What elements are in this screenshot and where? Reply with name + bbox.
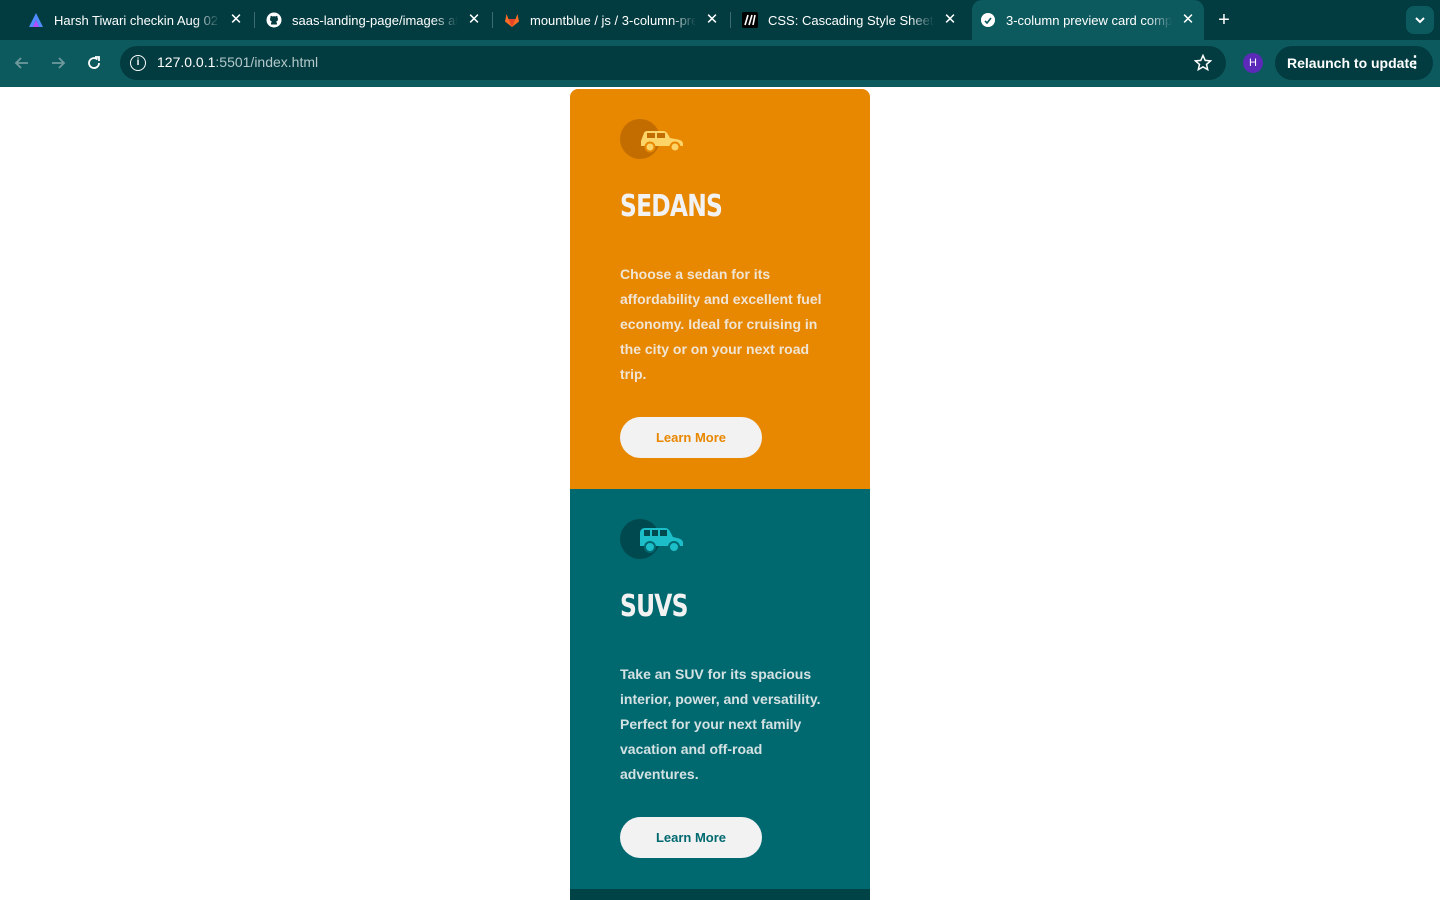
card-luxury [570, 889, 870, 900]
tab-search-button[interactable] [1406, 6, 1434, 34]
url-host: 127.0.0.1 [157, 54, 216, 70]
chevron-down-icon [1415, 17, 1425, 24]
mdn-icon [742, 12, 758, 28]
back-button[interactable] [10, 51, 34, 75]
tab-mdn[interactable]: CSS: Cascading Style Sheets | MDN ✕ [742, 0, 958, 40]
tab-title: Harsh Tiwari checkin Aug 02, 2024 [54, 12, 220, 28]
address-bar[interactable]: i 127.0.0.1:5501/index.html [120, 46, 1226, 80]
tab-title: saas-landing-page/images at main [292, 12, 458, 28]
site-info-icon[interactable]: i [130, 55, 146, 71]
card-sedans: SEDANS Choose a sedan for its affordabil… [570, 89, 870, 489]
tab-preview-card[interactable]: 3-column preview card component ✕ [972, 0, 1204, 40]
reload-button[interactable] [82, 51, 106, 75]
gitlab-icon [504, 12, 520, 28]
arrow-right-icon [52, 57, 66, 69]
card-title: SUVS [620, 589, 688, 624]
tab-strip: Harsh Tiwari checkin Aug 02, 2024 ✕ saas… [0, 0, 1440, 40]
bookmark-star-icon[interactable] [1193, 51, 1213, 78]
learn-more-button[interactable]: Learn More [620, 817, 762, 858]
suv-car-icon [620, 519, 683, 559]
tab-separator [492, 12, 493, 28]
tab-gitlab[interactable]: mountblue / js / 3-column-preview ✕ [504, 0, 720, 40]
tab-title: mountblue / js / 3-column-preview [530, 12, 696, 28]
browser-toolbar: i 127.0.0.1:5501/index.html H Relaunch t… [0, 40, 1440, 87]
url-text: 127.0.0.1:5501/index.html [157, 54, 318, 70]
reload-icon [88, 56, 100, 69]
arrow-logo-icon [28, 12, 44, 28]
close-icon[interactable]: ✕ [942, 12, 958, 28]
close-icon[interactable]: ✕ [704, 12, 720, 28]
relaunch-button[interactable]: Relaunch to update ⋮ [1275, 46, 1433, 80]
arrow-left-icon [14, 57, 28, 69]
tab-github[interactable]: saas-landing-page/images at main ✕ [266, 0, 482, 40]
card-suvs: SUVS Take an SUV for its spacious interi… [570, 489, 870, 889]
close-icon[interactable]: ✕ [466, 12, 482, 28]
tab-title: CSS: Cascading Style Sheets | MDN [768, 12, 934, 28]
sedan-car-icon [620, 119, 683, 159]
forward-button[interactable] [46, 51, 70, 75]
close-icon[interactable]: ✕ [1180, 12, 1196, 28]
card-description: Take an SUV for its spacious interior, p… [620, 666, 821, 782]
tab-separator [254, 12, 255, 28]
relaunch-label: Relaunch to update [1287, 55, 1417, 71]
tab-checkin[interactable]: Harsh Tiwari checkin Aug 02, 2024 ✕ [28, 0, 244, 40]
tab-title: 3-column preview card component [1006, 12, 1172, 28]
github-icon [266, 12, 282, 28]
url-path: :5501/index.html [215, 54, 319, 70]
page-icon [980, 12, 996, 28]
card-title: SEDANS [620, 189, 723, 224]
card-description: Choose a sedan for its affordability and… [620, 266, 822, 382]
tab-separator [730, 12, 731, 28]
menu-icon[interactable]: ⋮ [1407, 46, 1423, 80]
close-icon[interactable]: ✕ [228, 12, 244, 28]
profile-avatar[interactable]: H [1243, 53, 1263, 73]
new-tab-button[interactable]: + [1212, 8, 1236, 32]
learn-more-button[interactable]: Learn More [620, 417, 762, 458]
